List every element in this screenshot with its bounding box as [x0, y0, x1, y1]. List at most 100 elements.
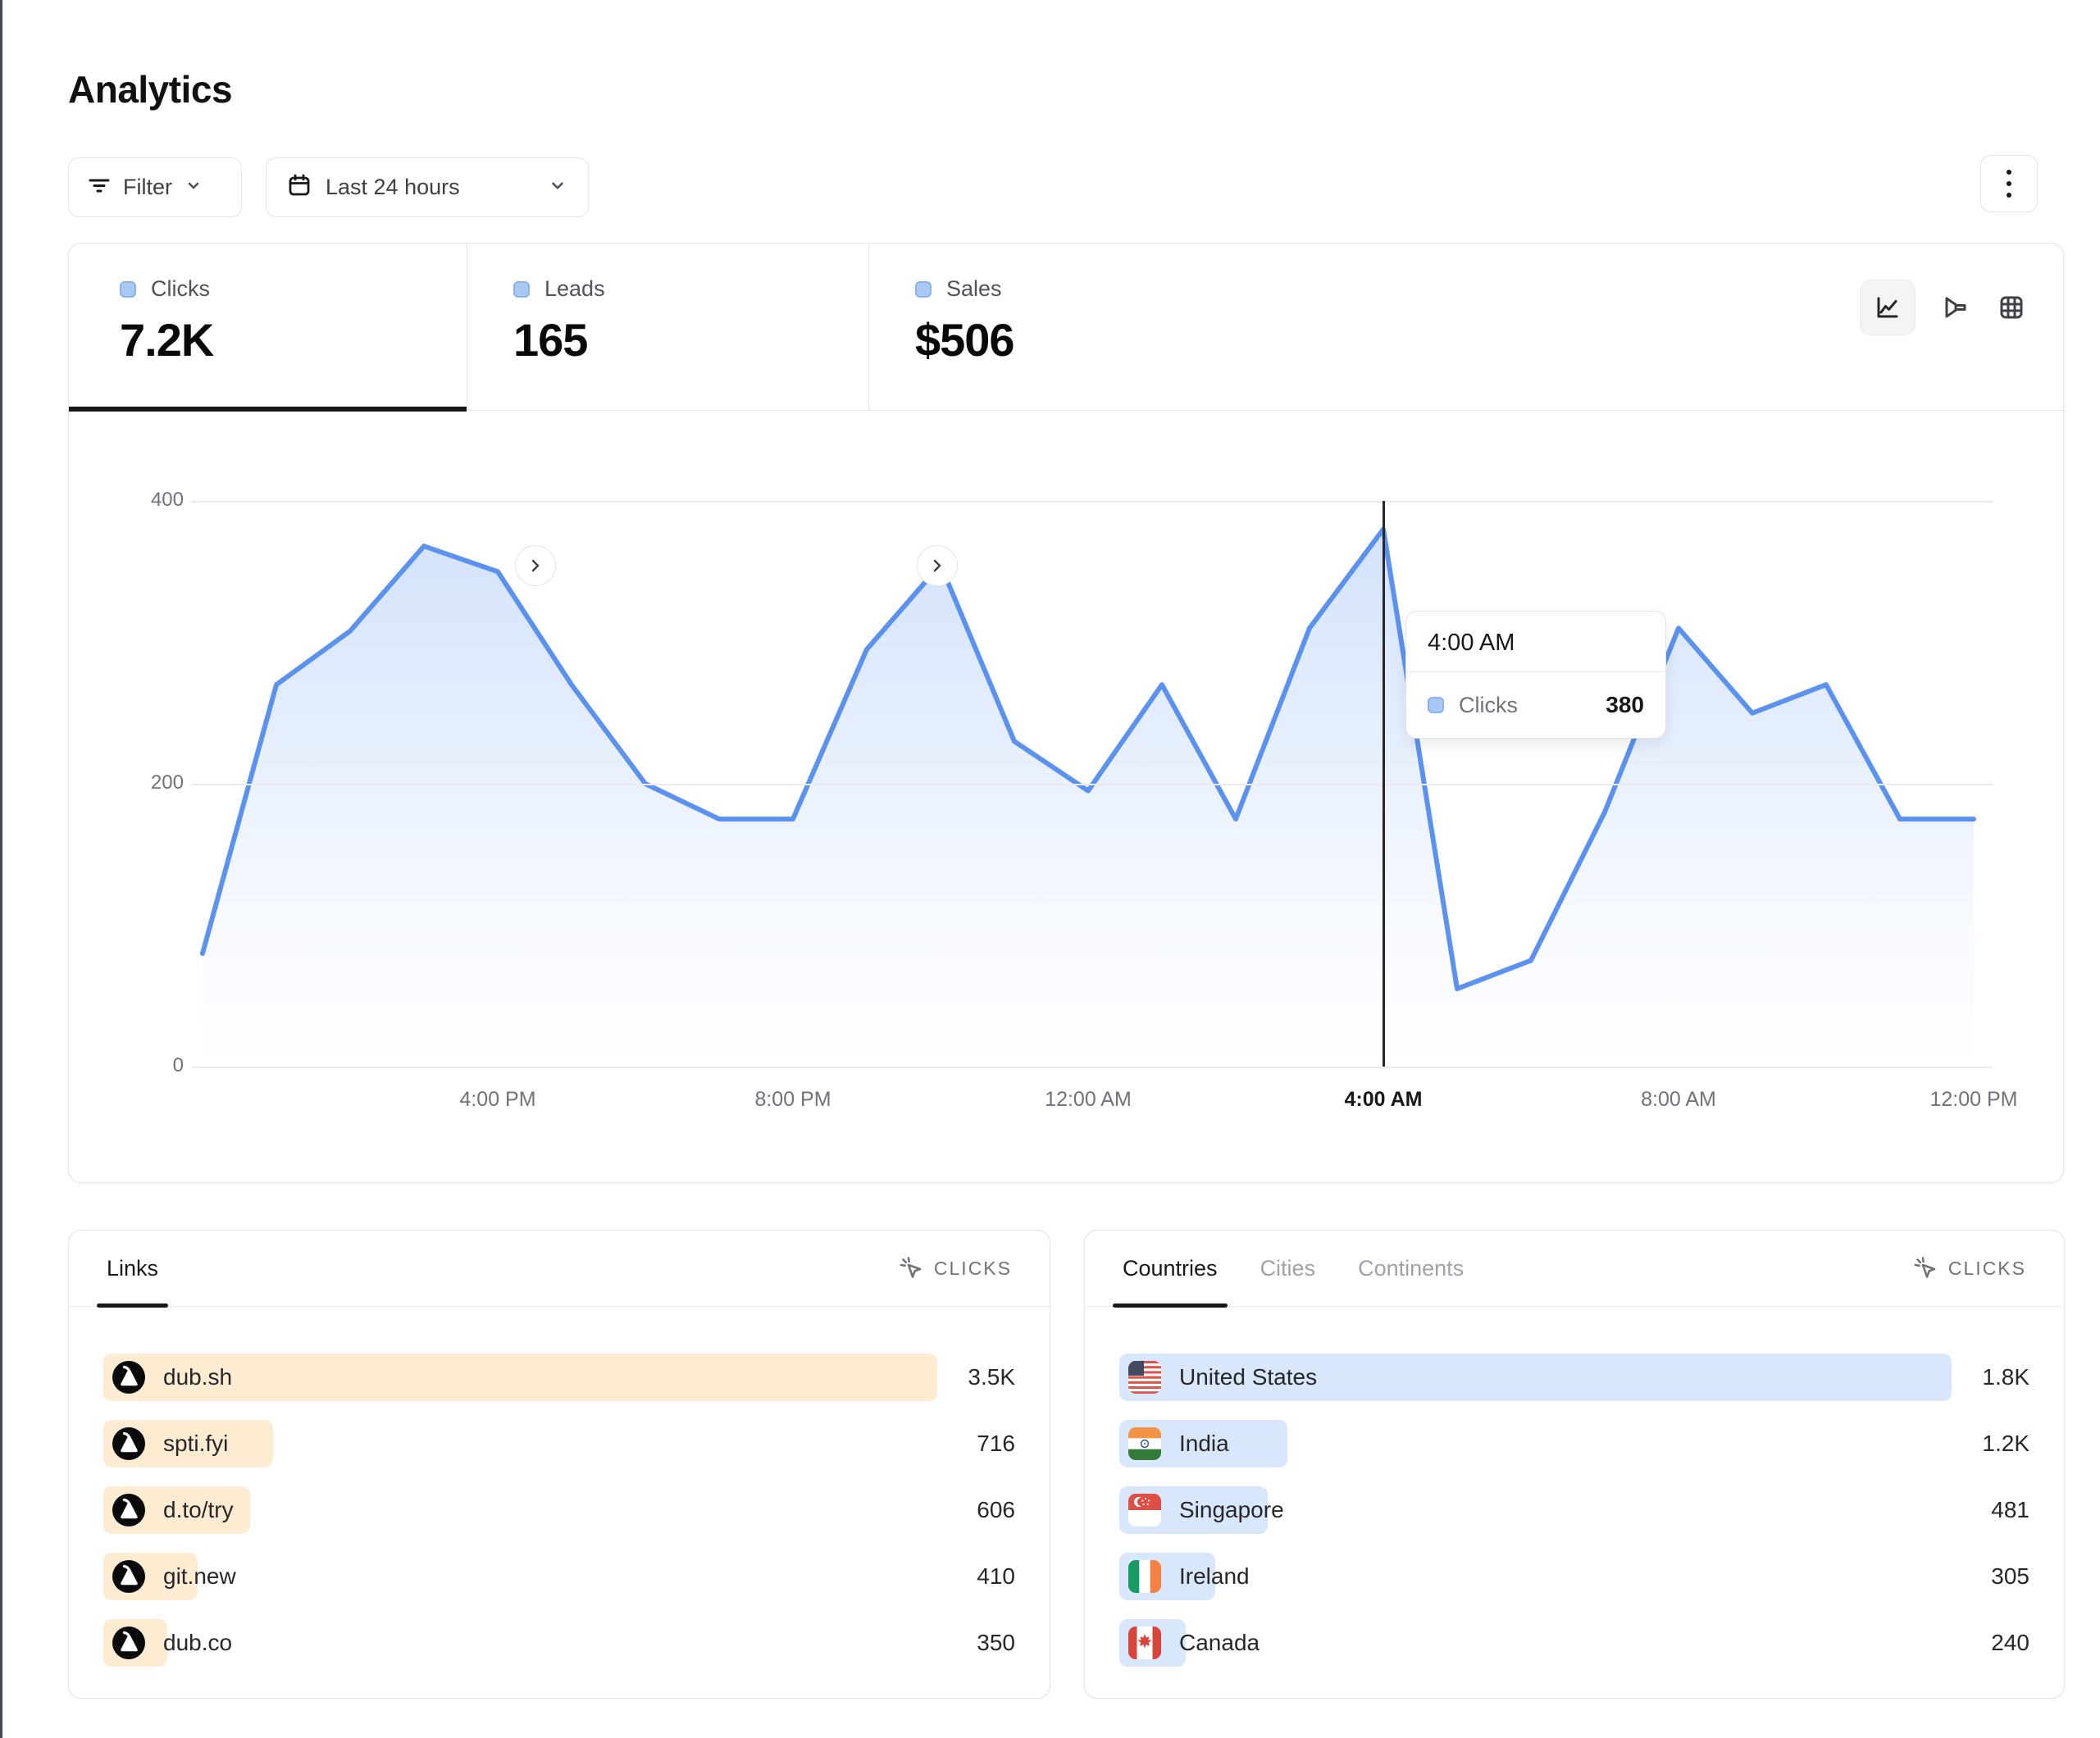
- table-grid-icon: [1996, 292, 2027, 323]
- list-item-content: dub.sh: [103, 1354, 232, 1401]
- list-item-value: 3.5K: [937, 1364, 1015, 1390]
- filter-button-label: Filter: [123, 175, 172, 200]
- y-axis-tick: 200: [102, 771, 184, 794]
- list-item-content: United States: [1119, 1354, 1317, 1401]
- x-axis-tick: 4:00 PM: [428, 1088, 567, 1112]
- list-item-value: 410: [937, 1563, 1015, 1590]
- list-item[interactable]: d.to/try 606: [103, 1486, 1015, 1534]
- chevron-right-icon: [533, 561, 538, 571]
- chart-view-switcher: [1860, 280, 2027, 335]
- tooltip-value: 380: [1606, 692, 1644, 718]
- x-axis-tick: 8:00 AM: [1609, 1088, 1748, 1112]
- list-item-label: dub.co: [163, 1630, 232, 1656]
- screen-edge-strip: [0, 0, 2, 1738]
- list-item-value: 481: [1952, 1497, 2029, 1523]
- list-item-label: dub.sh: [163, 1364, 232, 1390]
- tab-links[interactable]: Links: [107, 1231, 158, 1306]
- calendar-icon: [286, 172, 312, 202]
- metric-label: CLICKS: [934, 1258, 1012, 1280]
- date-range-label: Last 24 hours: [326, 175, 460, 200]
- y-axis-tick: 0: [102, 1054, 184, 1077]
- funnel-chart-icon: [1940, 292, 1971, 323]
- sg-flag-icon: [1128, 1494, 1161, 1526]
- date-range-button[interactable]: Last 24 hours: [266, 157, 589, 217]
- line-chart-icon: [1873, 293, 1902, 322]
- stat-label: Leads: [544, 276, 605, 302]
- x-axis-tick: 4:00 AM: [1314, 1088, 1453, 1112]
- list-item-content: Ireland: [1119, 1553, 1250, 1600]
- expand-leads-button[interactable]: [917, 545, 958, 586]
- line-chart-view-button[interactable]: [1860, 280, 1916, 335]
- analytics-page: Analytics Filter Last 24 hours Clicks: [0, 0, 2100, 1738]
- funnel-view-button[interactable]: [1940, 292, 1971, 323]
- chevron-down-icon: [547, 175, 568, 200]
- list-item-label: Singapore: [1179, 1497, 1284, 1523]
- chevron-right-icon: [935, 561, 940, 571]
- expand-clicks-button[interactable]: [515, 545, 556, 586]
- tooltip-title: 4:00 AM: [1406, 612, 1665, 672]
- tab-cities[interactable]: Cities: [1260, 1231, 1316, 1306]
- list-item-content: Canada: [1119, 1619, 1260, 1667]
- list-item[interactable]: Singapore 481: [1119, 1486, 2029, 1534]
- list-item-label: Ireland: [1179, 1563, 1250, 1590]
- list-item[interactable]: git.new 410: [103, 1553, 1015, 1600]
- list-item[interactable]: dub.co 350: [103, 1619, 1015, 1667]
- tooltip-series-name: Clicks: [1459, 693, 1518, 718]
- links-list: dub.sh 3.5K spti.fyi 716 d.to/try 606 git.new 4…: [69, 1307, 1050, 1667]
- ca-flag-icon: [1128, 1627, 1161, 1659]
- list-item-content: India: [1119, 1420, 1229, 1467]
- list-item-content: d.to/try: [103, 1486, 234, 1534]
- cursor-click-icon: [899, 1256, 923, 1281]
- list-item[interactable]: United States 1.8K: [1119, 1354, 2029, 1401]
- list-item-label: git.new: [163, 1563, 236, 1590]
- y-axis-tick: 400: [102, 489, 184, 512]
- links-metric-selector[interactable]: CLICKS: [899, 1256, 1012, 1281]
- list-item-label: Canada: [1179, 1630, 1260, 1656]
- links-panel: Links CLICKS dub.sh 3.5K spti.fyi 716 d.to/t…: [68, 1230, 1050, 1699]
- tab-continents[interactable]: Continents: [1358, 1231, 1464, 1306]
- more-options-button[interactable]: [1980, 155, 2038, 212]
- chart-tooltip: 4:00 AM Clicks 380: [1405, 611, 1666, 739]
- list-item[interactable]: India 1.2K: [1119, 1420, 2029, 1467]
- list-item-content: spti.fyi: [103, 1420, 228, 1467]
- list-item-value: 716: [937, 1431, 1015, 1457]
- dub-logo-avatar: [112, 1627, 145, 1659]
- filter-button[interactable]: Filter: [68, 157, 242, 217]
- list-item[interactable]: Ireland305: [1119, 1553, 2029, 1600]
- leads-legend-chip: [513, 281, 530, 298]
- x-axis-tick: 12:00 AM: [1018, 1088, 1158, 1112]
- gridline: [192, 501, 1993, 503]
- list-item[interactable]: spti.fyi 716: [103, 1420, 1015, 1467]
- x-axis-tick: 12:00 PM: [1904, 1088, 2043, 1112]
- list-item-label: d.to/try: [163, 1497, 234, 1523]
- clicks-legend-chip: [120, 281, 136, 298]
- stat-label: Sales: [946, 276, 1002, 302]
- gridline: [192, 784, 1993, 785]
- tab-countries[interactable]: Countries: [1123, 1231, 1218, 1306]
- countries-metric-selector[interactable]: CLICKS: [1913, 1256, 2026, 1281]
- tab-clicks[interactable]: Clicks 7.2K: [69, 243, 467, 410]
- locations-panel: Countries Cities Continents CLICKS Unite…: [1084, 1230, 2065, 1699]
- ie-flag-icon: [1128, 1560, 1161, 1593]
- dub-logo-avatar: [112, 1560, 145, 1593]
- stat-value: 7.2K: [120, 313, 467, 366]
- list-item[interactable]: dub.sh 3.5K: [103, 1354, 1015, 1401]
- analytics-chart-card: Clicks 7.2K Leads 165 Sales $506: [68, 243, 2064, 1183]
- tab-leads[interactable]: Leads 165: [467, 243, 869, 410]
- list-item-value: 1.2K: [1952, 1431, 2029, 1457]
- list-item-content: dub.co: [103, 1619, 232, 1667]
- cursor-click-icon: [1913, 1256, 1938, 1281]
- table-view-button[interactable]: [1996, 292, 2027, 323]
- list-item-value: 606: [937, 1497, 1015, 1523]
- list-item-label: United States: [1179, 1364, 1317, 1390]
- us-flag-icon: [1128, 1361, 1161, 1394]
- dub-logo-avatar: [112, 1494, 145, 1526]
- list-item-value: 240: [1952, 1630, 2029, 1656]
- list-item[interactable]: Canada 240: [1119, 1619, 2029, 1667]
- list-item-value: 350: [937, 1630, 1015, 1656]
- list-item-value: 1.8K: [1952, 1364, 2029, 1390]
- filter-icon: [87, 173, 112, 202]
- list-item-label: India: [1179, 1431, 1229, 1457]
- kebab-menu-icon: [2007, 170, 2011, 198]
- chart-area-fill: [203, 530, 1974, 1067]
